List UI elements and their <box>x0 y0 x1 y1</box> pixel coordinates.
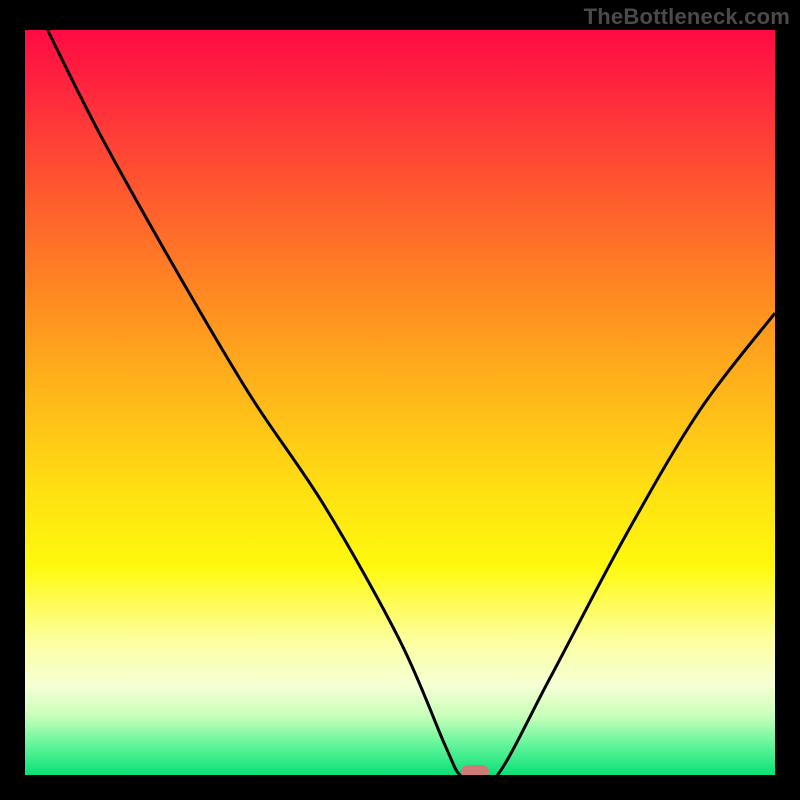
plot-area <box>25 30 775 775</box>
curve-path <box>48 30 776 775</box>
chart-frame: TheBottleneck.com <box>0 0 800 800</box>
bottleneck-curve <box>25 30 775 775</box>
optimal-marker <box>461 765 489 775</box>
watermark-text: TheBottleneck.com <box>584 4 790 30</box>
